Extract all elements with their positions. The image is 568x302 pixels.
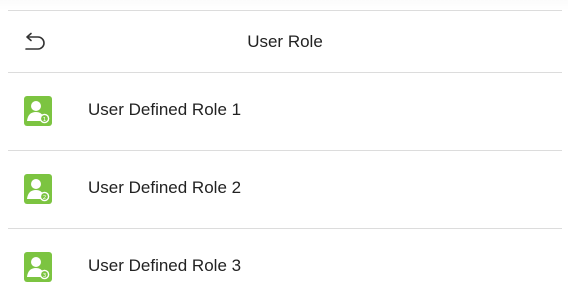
- role-badge-number: 1: [43, 117, 47, 123]
- user-role-icon: 1: [24, 96, 52, 126]
- role-item-2[interactable]: 2 User Defined Role 2: [8, 151, 562, 229]
- header-bar: User Role: [8, 10, 562, 73]
- role-badge-number: 2: [43, 195, 47, 201]
- role-item-1[interactable]: 1 User Defined Role 1: [8, 73, 562, 151]
- role-item-3[interactable]: 3 User Defined Role 3: [8, 229, 562, 302]
- user-role-screen: User Role 1 User Defined Role 1 2 User D…: [0, 0, 568, 302]
- page-title: User Role: [247, 32, 323, 51]
- role-badge-number: 3: [43, 273, 47, 279]
- user-role-icon: 3: [24, 252, 52, 282]
- top-shadow: [0, 0, 568, 10]
- user-role-icon: 2: [24, 174, 52, 204]
- role-label: User Defined Role 2: [88, 178, 242, 197]
- role-label: User Defined Role 3: [88, 256, 242, 275]
- role-label: User Defined Role 1: [88, 100, 242, 119]
